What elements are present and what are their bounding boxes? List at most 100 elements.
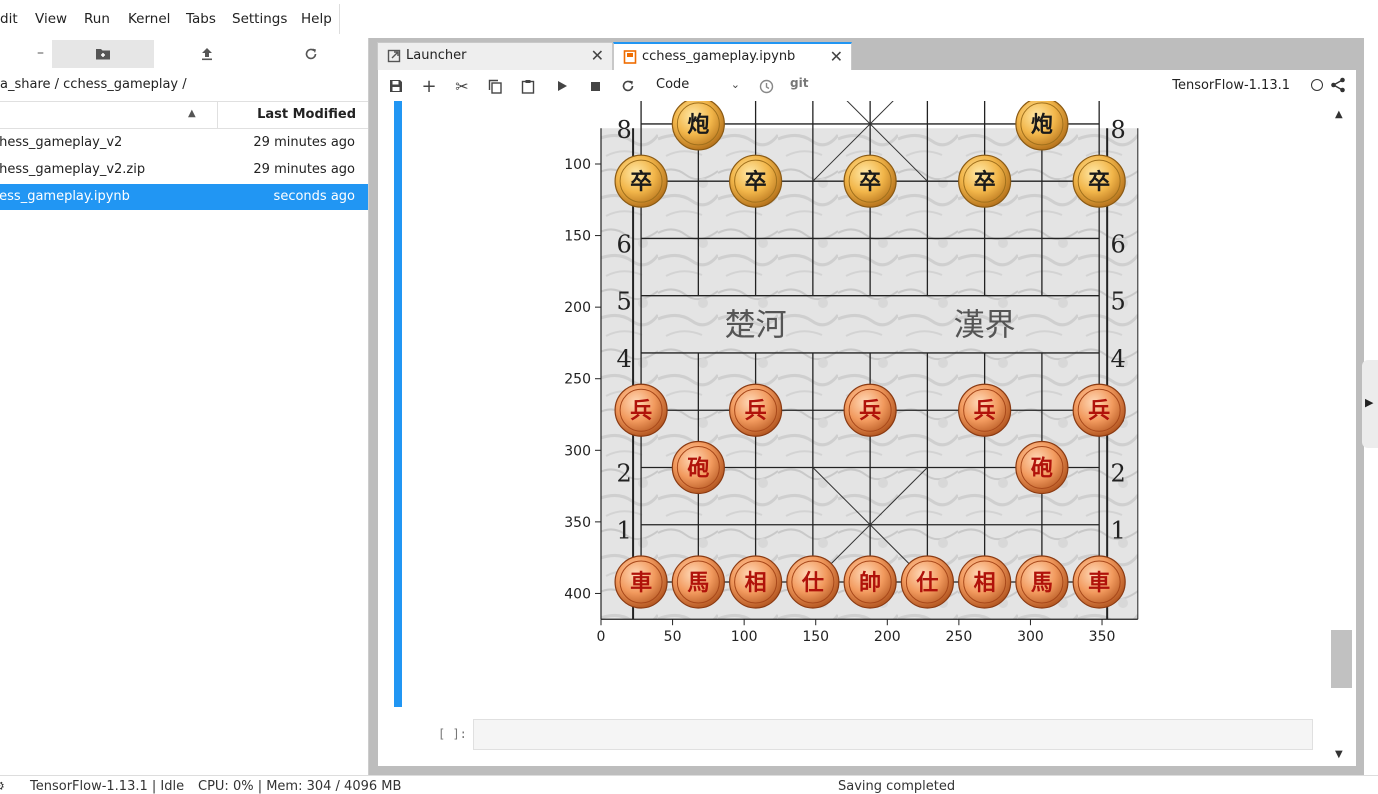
breadcrumb[interactable]: a_share / cchess_gameplay / <box>0 77 187 92</box>
x-tick-label: 50 <box>664 629 682 645</box>
save-status-text: Saving completed <box>838 779 956 794</box>
black-soldier-piece-glyph: 卒 <box>859 169 881 195</box>
red-back-rank-piece-glyph: 相 <box>974 571 996 596</box>
x-tick-label: 200 <box>874 629 901 645</box>
cut-button[interactable]: ✂ <box>453 77 471 96</box>
vertical-scrollbar[interactable]: ▲ ▼ <box>1330 101 1352 766</box>
new-folder-icon <box>96 49 110 60</box>
black-soldier-piece: 卒 <box>843 154 897 208</box>
menu-edit[interactable]: dit <box>0 11 18 27</box>
last-modified-header[interactable]: Last Modified <box>257 107 356 122</box>
red-back-rank-piece-glyph: 仕 <box>801 571 824 596</box>
red-back-rank-piece: 相 <box>729 555 783 609</box>
y-tick-label: 250 <box>564 372 591 388</box>
scroll-up-arrow-icon[interactable]: ▲ <box>1335 109 1343 120</box>
close-icon[interactable]: ✕ <box>830 47 843 66</box>
board-row-number: 6 <box>616 230 631 258</box>
save-button[interactable] <box>387 77 405 95</box>
new-folder-button[interactable] <box>52 40 154 68</box>
board-row-number: 2 <box>616 459 631 487</box>
refresh-icon <box>305 48 317 60</box>
board-row-number: 4 <box>1111 345 1126 373</box>
red-soldier-piece-glyph: 兵 <box>745 399 767 424</box>
tab-label: cchess_gameplay.ipynb <box>642 49 796 64</box>
black-cannon-piece: 炮 <box>671 101 725 151</box>
close-icon[interactable]: ✕ <box>591 46 604 65</box>
notebook-panel: 楚河漢界887766554433221100 炮炮卒卒卒卒卒兵兵兵兵兵砲砲車馬相… <box>378 101 1356 766</box>
red-soldier-piece-glyph: 兵 <box>859 399 881 424</box>
kernel-name[interactable]: TensorFlow-1.13.1 <box>1172 78 1290 93</box>
paste-button[interactable] <box>519 77 537 95</box>
menu-run[interactable]: Run <box>84 11 110 27</box>
new-launcher-button[interactable]: – <box>0 40 52 68</box>
board-row-number: 8 <box>616 116 631 144</box>
black-soldier-piece: 卒 <box>729 154 783 208</box>
cell-type-select[interactable]: Code ⌄ <box>656 77 740 92</box>
scroll-down-arrow-icon[interactable]: ▼ <box>1335 749 1343 760</box>
file-list-item-selected[interactable]: cess_gameplay.ipynb seconds ago <box>0 184 368 210</box>
file-name: chess_gameplay_v2.zip <box>0 162 146 177</box>
file-list-header: ▲ Last Modified <box>0 101 368 129</box>
red-soldier-piece: 兵 <box>729 383 783 437</box>
black-soldier-piece: 卒 <box>958 154 1012 208</box>
chevron-right-icon: ▶ <box>1365 396 1374 409</box>
code-cell-input[interactable] <box>473 719 1313 750</box>
red-back-rank-piece: 仕 <box>786 555 840 609</box>
tab-launcher[interactable]: Launcher ✕ <box>377 42 613 70</box>
red-soldier-piece: 兵 <box>614 383 668 437</box>
scrollbar-thumb[interactable] <box>1331 630 1352 688</box>
play-icon <box>558 81 567 91</box>
black-cannon-piece: 炮 <box>1015 101 1069 151</box>
menu-help[interactable]: Help <box>301 11 332 27</box>
menu-tabs[interactable]: Tabs <box>186 11 216 27</box>
board-row-number: 1 <box>1111 517 1126 545</box>
red-back-rank-piece-glyph: 馬 <box>687 571 709 596</box>
red-back-rank-piece: 馬 <box>671 555 725 609</box>
x-tick-label: 350 <box>1089 629 1116 645</box>
column-divider[interactable] <box>217 102 218 128</box>
file-modified: 29 minutes ago <box>253 135 355 150</box>
menu-settings[interactable]: Settings <box>232 11 287 27</box>
restart-button[interactable] <box>619 77 637 95</box>
file-name: chess_gameplay_v2 <box>0 135 123 150</box>
insert-cell-button[interactable]: + <box>420 76 438 97</box>
right-panel-toggle[interactable]: ▶ <box>1362 360 1378 448</box>
refresh-button[interactable] <box>260 40 362 68</box>
upload-button[interactable] <box>156 40 258 68</box>
file-list-item[interactable]: chess_gameplay_v2.zip 29 minutes ago <box>0 157 368 183</box>
board-row-number: 1 <box>616 517 631 545</box>
copy-button[interactable] <box>486 77 504 95</box>
red-back-rank-piece-glyph: 相 <box>745 571 767 596</box>
y-tick-label: 150 <box>564 229 591 245</box>
x-tick-label: 300 <box>1017 629 1044 645</box>
black-soldier-piece-glyph: 卒 <box>1088 169 1110 195</box>
share-icon[interactable] <box>1330 77 1346 93</box>
kernel-status-icon <box>1311 79 1323 91</box>
red-back-rank-piece: 馬 <box>1015 555 1069 609</box>
red-back-rank-piece: 車 <box>1072 555 1126 609</box>
interrupt-button[interactable] <box>586 77 604 95</box>
red-back-rank-piece-glyph: 馬 <box>1031 571 1053 596</box>
tab-notebook[interactable]: cchess_gameplay.ipynb ✕ <box>613 42 852 70</box>
git-button[interactable]: git <box>790 76 808 90</box>
x-tick-label: 250 <box>946 629 973 645</box>
x-tick-label: 150 <box>802 629 829 645</box>
kernel-status-text[interactable]: TensorFlow-1.13.1 | Idle <box>30 779 184 794</box>
history-button[interactable] <box>757 77 775 95</box>
chess-board-plot: 楚河漢界887766554433221100 炮炮卒卒卒卒卒兵兵兵兵兵砲砲車馬相… <box>564 101 1139 645</box>
run-button[interactable] <box>553 77 571 95</box>
black-cannon-piece-glyph: 炮 <box>1031 112 1053 138</box>
upload-icon <box>202 48 212 61</box>
active-cell-indicator[interactable] <box>394 101 402 707</box>
copy-icon <box>488 79 502 94</box>
file-modified: 29 minutes ago <box>253 162 355 177</box>
black-soldier-piece-glyph: 卒 <box>974 169 996 195</box>
river-label-right: 漢界 <box>954 307 1016 343</box>
sort-up-icon[interactable]: ▲ <box>188 108 196 119</box>
file-modified: seconds ago <box>273 189 355 204</box>
menu-view[interactable]: View <box>35 11 67 27</box>
file-list-item[interactable]: chess_gameplay_v2 29 minutes ago <box>0 130 368 156</box>
menu-kernel[interactable]: Kernel <box>128 11 170 27</box>
red-back-rank-piece: 仕 <box>900 555 954 609</box>
red-back-rank-piece: 相 <box>958 555 1012 609</box>
